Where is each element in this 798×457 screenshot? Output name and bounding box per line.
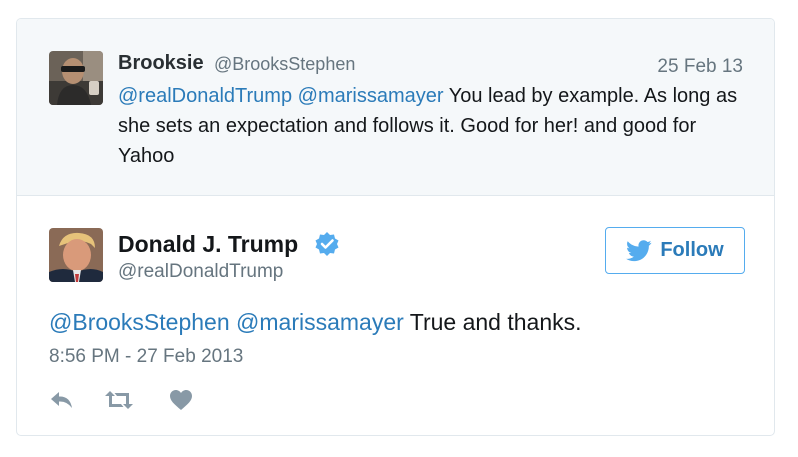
avatar-photo-icon — [49, 51, 103, 105]
main-author-handle[interactable]: @realDonaldTrump — [118, 261, 283, 283]
mention-link[interactable]: @realDonaldTrump — [118, 85, 292, 107]
mention-link[interactable]: @marissamayer — [236, 309, 404, 335]
main-tweet-body: True and thanks. — [409, 309, 582, 335]
twitter-bird-icon — [626, 239, 652, 261]
main-author-name[interactable]: Donald J. Trump — [118, 231, 298, 258]
verified-badge-icon — [315, 232, 339, 256]
brooksie-avatar[interactable] — [49, 51, 103, 105]
main-tweet-text: @BrooksStephen @marissamayer True and th… — [49, 309, 582, 336]
follow-button[interactable]: Follow — [605, 227, 745, 274]
mention-link[interactable]: @BrooksStephen — [49, 309, 230, 335]
avatar-photo-icon — [49, 228, 103, 282]
reply-icon[interactable] — [49, 389, 75, 411]
trump-avatar[interactable] — [49, 228, 103, 282]
embedded-tweet-card: Brooksie @BrooksStephen 25 Feb 13 @realD… — [16, 18, 775, 436]
mention-link[interactable]: @marissamayer — [298, 85, 444, 107]
parent-author-name[interactable]: Brooksie — [118, 52, 204, 75]
parent-author-handle[interactable]: @BrooksStephen — [214, 54, 355, 75]
follow-label: Follow — [660, 239, 724, 261]
parent-tweet-text: @realDonaldTrump @marissamayer You lead … — [118, 81, 738, 171]
tweet-timestamp[interactable]: 8:56 PM - 27 Feb 2013 — [49, 346, 243, 368]
parent-tweet-date[interactable]: 25 Feb 13 — [657, 56, 743, 78]
parent-tweet: Brooksie @BrooksStephen 25 Feb 13 @realD… — [17, 19, 774, 196]
retweet-icon[interactable] — [104, 389, 134, 411]
heart-icon[interactable] — [169, 389, 193, 411]
